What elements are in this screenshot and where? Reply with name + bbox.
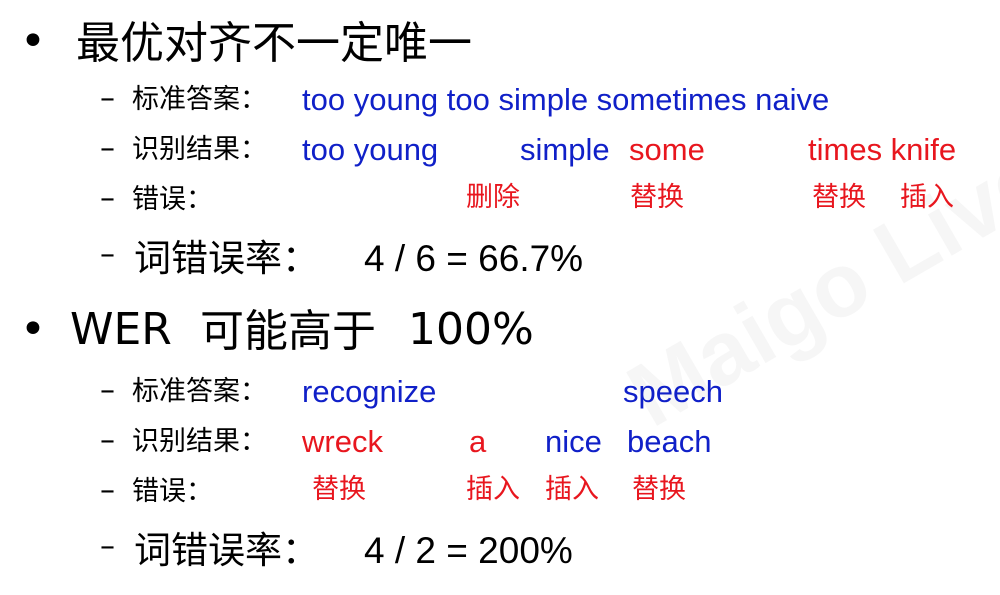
reference-text: too young too simple sometimes naive bbox=[302, 82, 830, 117]
reference-word: recognize bbox=[302, 374, 437, 409]
reference-label: 标准答案： bbox=[132, 376, 267, 407]
error-substitution: 替换 bbox=[632, 474, 686, 505]
wer-label: 词错误率： bbox=[134, 237, 319, 280]
section-title-cjk: 可能高于 bbox=[200, 306, 376, 357]
error-label: 错误： bbox=[132, 184, 213, 215]
error-insertion: 插入 bbox=[900, 182, 954, 213]
reference-word: speech bbox=[623, 374, 723, 409]
error-substitution: 替换 bbox=[812, 182, 866, 213]
wer-value: 4 / 6 = 66.7% bbox=[364, 238, 584, 279]
bullet: • bbox=[20, 16, 46, 67]
wer-value: 4 / 2 = 200% bbox=[364, 530, 573, 571]
dash: – bbox=[100, 473, 115, 508]
dash: – bbox=[100, 423, 115, 458]
hypothesis-word: simple bbox=[520, 132, 610, 167]
dash: – bbox=[100, 131, 115, 166]
wer-label: 词错误率： bbox=[134, 529, 319, 572]
error-substitution: 替换 bbox=[312, 474, 366, 505]
dash: – bbox=[100, 237, 115, 272]
hypothesis-word-error: some bbox=[629, 132, 705, 167]
error-insertion: 插入 bbox=[466, 474, 520, 505]
hypothesis-word: nice bbox=[545, 424, 602, 459]
section-title-latin: WER bbox=[70, 304, 172, 355]
hypothesis-label: 识别结果： bbox=[132, 134, 267, 165]
dash: – bbox=[100, 529, 115, 564]
hypothesis-word-error: a bbox=[469, 424, 487, 459]
error-deletion: 删除 bbox=[466, 182, 520, 213]
bullet: • bbox=[20, 304, 46, 355]
dash: – bbox=[100, 81, 115, 116]
section-title: 最优对齐不一定唯一 bbox=[76, 18, 472, 69]
reference-label: 标准答案： bbox=[132, 84, 267, 115]
hypothesis-word: too young bbox=[302, 132, 439, 167]
hypothesis-word-error: times knife bbox=[808, 132, 957, 167]
dash: – bbox=[100, 181, 115, 216]
error-substitution: 替换 bbox=[630, 182, 684, 213]
dash: – bbox=[100, 373, 115, 408]
hypothesis-label: 识别结果： bbox=[132, 426, 267, 457]
error-label: 错误： bbox=[132, 476, 213, 507]
hypothesis-word-error: wreck bbox=[302, 424, 383, 459]
hypothesis-word: beach bbox=[627, 424, 712, 459]
section-title-number: 100% bbox=[408, 304, 534, 355]
error-insertion: 插入 bbox=[545, 474, 599, 505]
